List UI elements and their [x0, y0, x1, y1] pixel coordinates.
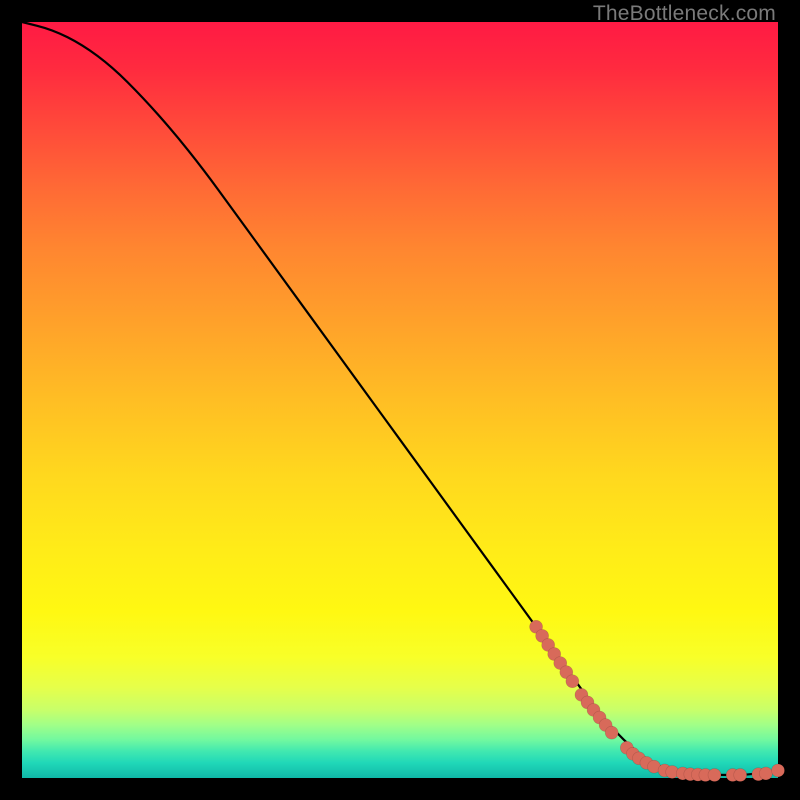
chart-overlay [22, 22, 778, 778]
data-point [772, 764, 785, 777]
data-point [566, 675, 579, 688]
data-point [734, 768, 747, 781]
scatter-group [530, 620, 785, 781]
data-point [759, 767, 772, 780]
data-point [708, 768, 721, 781]
chart-frame: TheBottleneck.com [0, 0, 800, 800]
data-point [605, 726, 618, 739]
bottleneck-curve [22, 22, 778, 775]
